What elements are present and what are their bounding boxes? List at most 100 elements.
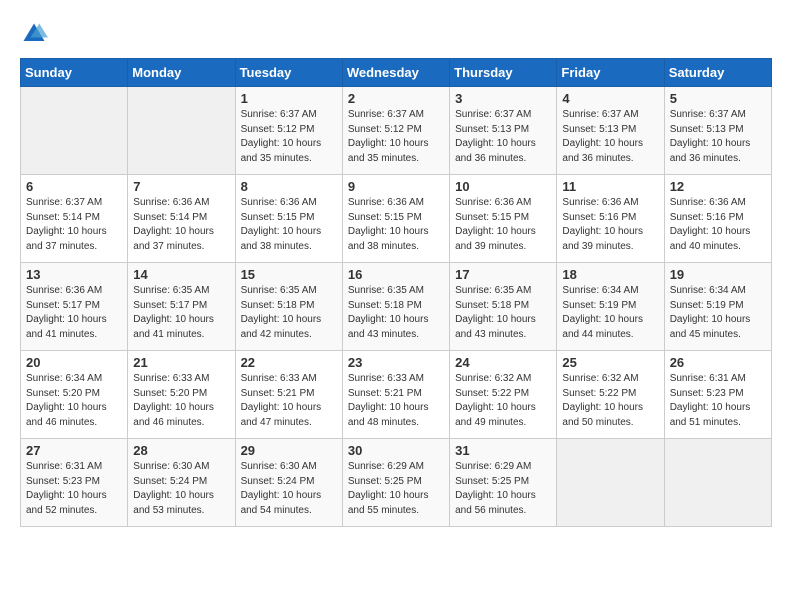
calendar-cell: 6 Sunrise: 6:37 AM Sunset: 5:14 PM Daylig… (21, 175, 128, 263)
day-number: 5 (670, 91, 766, 106)
day-detail: Sunrise: 6:29 AM Sunset: 5:25 PM Dayligh… (455, 460, 551, 518)
day-detail: Sunrise: 6:36 AM Sunset: 5:15 PM Dayligh… (348, 196, 444, 254)
calendar-cell: 18 Sunrise: 6:34 AM Sunset: 5:19 PM Dayli… (557, 263, 664, 351)
calendar-cell: 16 Sunrise: 6:35 AM Sunset: 5:18 PM Dayli… (342, 263, 449, 351)
day-detail: Sunrise: 6:30 AM Sunset: 5:24 PM Dayligh… (241, 460, 337, 518)
day-number: 25 (562, 355, 658, 370)
calendar-cell: 29 Sunrise: 6:30 AM Sunset: 5:24 PM Dayli… (235, 439, 342, 527)
day-detail: Sunrise: 6:34 AM Sunset: 5:19 PM Dayligh… (670, 284, 766, 342)
calendar-cell: 17Sunrise: 6:35 AM Sunset: 5:18 PM Dayli… (450, 263, 557, 351)
calendar-cell: 28Sunrise: 6:30 AM Sunset: 5:24 PM Dayli… (128, 439, 235, 527)
day-number: 10 (455, 179, 551, 194)
day-detail: Sunrise: 6:36 AM Sunset: 5:15 PM Dayligh… (455, 196, 551, 254)
calendar-week-3: 13Sunrise: 6:36 AM Sunset: 5:17 PM Dayli… (21, 263, 772, 351)
day-detail: Sunrise: 6:37 AM Sunset: 5:14 PM Dayligh… (26, 196, 122, 254)
day-number: 11 (562, 179, 658, 194)
calendar-header-saturday: Saturday (664, 59, 771, 87)
day-detail: Sunrise: 6:37 AM Sunset: 5:12 PM Dayligh… (241, 108, 337, 166)
day-detail: Sunrise: 6:33 AM Sunset: 5:20 PM Dayligh… (133, 372, 229, 430)
day-detail: Sunrise: 6:30 AM Sunset: 5:24 PM Dayligh… (133, 460, 229, 518)
calendar-cell: 26 Sunrise: 6:31 AM Sunset: 5:23 PM Dayli… (664, 351, 771, 439)
calendar-week-5: 27 Sunrise: 6:31 AM Sunset: 5:23 PM Dayli… (21, 439, 772, 527)
day-number: 21 (133, 355, 229, 370)
day-detail: Sunrise: 6:33 AM Sunset: 5:21 PM Dayligh… (241, 372, 337, 430)
calendar-cell: 19 Sunrise: 6:34 AM Sunset: 5:19 PM Dayli… (664, 263, 771, 351)
day-number: 3 (455, 91, 551, 106)
day-detail: Sunrise: 6:36 AM Sunset: 5:15 PM Dayligh… (241, 196, 337, 254)
day-detail: Sunrise: 6:35 AM Sunset: 5:17 PM Dayligh… (133, 284, 229, 342)
day-number: 4 (562, 91, 658, 106)
calendar-cell (21, 87, 128, 175)
day-detail: Sunrise: 6:37 AM Sunset: 5:12 PM Dayligh… (348, 108, 444, 166)
calendar-week-1: 1 Sunrise: 6:37 AM Sunset: 5:12 PM Daylig… (21, 87, 772, 175)
calendar-cell: 25 Sunrise: 6:32 AM Sunset: 5:22 PM Dayli… (557, 351, 664, 439)
logo-icon (20, 20, 48, 48)
calendar-cell: 5Sunrise: 6:37 AM Sunset: 5:13 PM Daylig… (664, 87, 771, 175)
calendar-cell: 2Sunrise: 6:37 AM Sunset: 5:12 PM Daylig… (342, 87, 449, 175)
calendar-cell (557, 439, 664, 527)
calendar-header-thursday: Thursday (450, 59, 557, 87)
day-number: 1 (241, 91, 337, 106)
day-number: 8 (241, 179, 337, 194)
day-number: 15 (241, 267, 337, 282)
calendar-cell: 21 Sunrise: 6:33 AM Sunset: 5:20 PM Dayli… (128, 351, 235, 439)
day-number: 31 (455, 443, 551, 458)
calendar-cell: 27 Sunrise: 6:31 AM Sunset: 5:23 PM Dayli… (21, 439, 128, 527)
day-number: 29 (241, 443, 337, 458)
day-detail: Sunrise: 6:35 AM Sunset: 5:18 PM Dayligh… (348, 284, 444, 342)
logo (20, 20, 52, 48)
day-detail: Sunrise: 6:36 AM Sunset: 5:14 PM Dayligh… (133, 196, 229, 254)
day-number: 30 (348, 443, 444, 458)
calendar-cell: 3 Sunrise: 6:37 AM Sunset: 5:13 PM Daylig… (450, 87, 557, 175)
page-header (20, 20, 772, 48)
calendar-cell: 30 Sunrise: 6:29 AM Sunset: 5:25 PM Dayli… (342, 439, 449, 527)
calendar-cell: 31 Sunrise: 6:29 AM Sunset: 5:25 PM Dayli… (450, 439, 557, 527)
calendar: SundayMondayTuesdayWednesdayThursdayFrid… (20, 58, 772, 527)
day-detail: Sunrise: 6:34 AM Sunset: 5:20 PM Dayligh… (26, 372, 122, 430)
calendar-header-monday: Monday (128, 59, 235, 87)
day-number: 18 (562, 267, 658, 282)
calendar-cell: 15 Sunrise: 6:35 AM Sunset: 5:18 PM Dayli… (235, 263, 342, 351)
calendar-cell (664, 439, 771, 527)
day-number: 24 (455, 355, 551, 370)
calendar-cell: 13Sunrise: 6:36 AM Sunset: 5:17 PM Dayli… (21, 263, 128, 351)
calendar-header-row: SundayMondayTuesdayWednesdayThursdayFrid… (21, 59, 772, 87)
day-detail: Sunrise: 6:29 AM Sunset: 5:25 PM Dayligh… (348, 460, 444, 518)
calendar-cell: 8 Sunrise: 6:36 AM Sunset: 5:15 PM Daylig… (235, 175, 342, 263)
day-detail: Sunrise: 6:37 AM Sunset: 5:13 PM Dayligh… (455, 108, 551, 166)
calendar-week-2: 6 Sunrise: 6:37 AM Sunset: 5:14 PM Daylig… (21, 175, 772, 263)
calendar-cell: 23 Sunrise: 6:33 AM Sunset: 5:21 PM Dayli… (342, 351, 449, 439)
day-detail: Sunrise: 6:36 AM Sunset: 5:16 PM Dayligh… (562, 196, 658, 254)
calendar-cell: 1 Sunrise: 6:37 AM Sunset: 5:12 PM Daylig… (235, 87, 342, 175)
calendar-header-tuesday: Tuesday (235, 59, 342, 87)
day-detail: Sunrise: 6:34 AM Sunset: 5:19 PM Dayligh… (562, 284, 658, 342)
day-number: 23 (348, 355, 444, 370)
day-number: 16 (348, 267, 444, 282)
day-number: 12 (670, 179, 766, 194)
day-detail: Sunrise: 6:33 AM Sunset: 5:21 PM Dayligh… (348, 372, 444, 430)
calendar-cell: 22 Sunrise: 6:33 AM Sunset: 5:21 PM Dayli… (235, 351, 342, 439)
calendar-cell: 9 Sunrise: 6:36 AM Sunset: 5:15 PM Daylig… (342, 175, 449, 263)
day-detail: Sunrise: 6:31 AM Sunset: 5:23 PM Dayligh… (26, 460, 122, 518)
calendar-cell (128, 87, 235, 175)
day-detail: Sunrise: 6:36 AM Sunset: 5:17 PM Dayligh… (26, 284, 122, 342)
day-detail: Sunrise: 6:35 AM Sunset: 5:18 PM Dayligh… (241, 284, 337, 342)
day-number: 14 (133, 267, 229, 282)
day-detail: Sunrise: 6:32 AM Sunset: 5:22 PM Dayligh… (562, 372, 658, 430)
day-number: 26 (670, 355, 766, 370)
day-number: 27 (26, 443, 122, 458)
day-detail: Sunrise: 6:31 AM Sunset: 5:23 PM Dayligh… (670, 372, 766, 430)
calendar-cell: 12Sunrise: 6:36 AM Sunset: 5:16 PM Dayli… (664, 175, 771, 263)
day-number: 19 (670, 267, 766, 282)
day-number: 7 (133, 179, 229, 194)
calendar-cell: 14 Sunrise: 6:35 AM Sunset: 5:17 PM Dayli… (128, 263, 235, 351)
calendar-cell: 11 Sunrise: 6:36 AM Sunset: 5:16 PM Dayli… (557, 175, 664, 263)
day-number: 20 (26, 355, 122, 370)
day-detail: Sunrise: 6:37 AM Sunset: 5:13 PM Dayligh… (562, 108, 658, 166)
calendar-header-wednesday: Wednesday (342, 59, 449, 87)
day-number: 22 (241, 355, 337, 370)
day-number: 9 (348, 179, 444, 194)
day-number: 6 (26, 179, 122, 194)
day-number: 17 (455, 267, 551, 282)
calendar-cell: 4 Sunrise: 6:37 AM Sunset: 5:13 PM Daylig… (557, 87, 664, 175)
